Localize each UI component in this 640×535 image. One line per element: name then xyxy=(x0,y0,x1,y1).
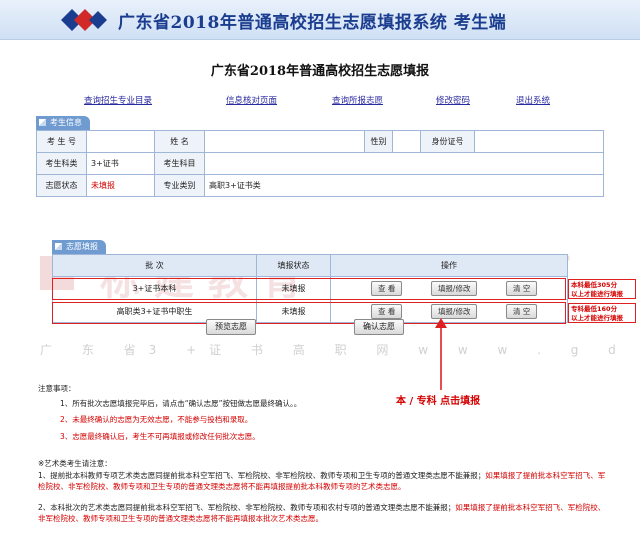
art-notes-title: ※艺术类考生请注意： xyxy=(38,459,112,468)
note-item-1: 1、所有批次志愿填报完毕后，请点击“确认志愿”按钮做志愿最终确认。。 xyxy=(60,399,302,408)
click-to-fill-callout: 本 / 专科 点击填报 xyxy=(396,396,481,407)
label-subject: 考生科类 xyxy=(36,152,87,175)
note-undergrad-min: 本科最低305分 以上才能进行填报 xyxy=(571,281,623,299)
diamond-logo-icon xyxy=(61,9,107,31)
nav-link-major-catalog[interactable]: 查询招生专业目录 xyxy=(84,94,152,106)
value-exam-no xyxy=(86,130,155,153)
confirm-volunteers-button[interactable]: 确认志愿 xyxy=(354,319,404,335)
art-note-2-text: 2、本科批次的艺术类志愿同提前批本科空军招飞、军检院校、非军检院校、教师专项和农… xyxy=(38,503,456,512)
value-name xyxy=(204,130,365,153)
volunteer-section-title: 志愿填报 xyxy=(52,240,106,254)
label-exam-no: 考 生 号 xyxy=(36,130,87,153)
nav-link-query-volunteers[interactable]: 查询所报志愿 xyxy=(332,94,383,106)
page-title: 广东省2018年普通高校招生志愿填报 xyxy=(210,64,430,79)
label-id-no: 身份证号 xyxy=(420,130,475,153)
nav-link-info-check[interactable]: 信息核对页面 xyxy=(226,94,277,106)
art-note-2: 2、本科批次的艺术类志愿同提前批本科空军招飞、军检院校、非军检院校、教师专项和农… xyxy=(38,502,608,524)
note-line: 以上才能进行填报 xyxy=(571,290,623,298)
header-batch: 批 次 xyxy=(52,254,257,277)
label-name: 姓 名 xyxy=(154,130,205,153)
note-item-3: 3、志愿最终确认后，考生不可再填报或修改任何批次志愿。 xyxy=(60,432,260,441)
value-id-no xyxy=(474,130,604,153)
label-status: 志愿状态 xyxy=(36,174,87,197)
nav-link-logout[interactable]: 退出系统 xyxy=(516,94,550,106)
label-major-type: 专业类别 xyxy=(154,174,205,197)
label-subject-item: 考生科目 xyxy=(154,152,205,175)
header-bar: 广东省2018年普通高校招生志愿填报系统 考生端 xyxy=(0,0,640,40)
note-line: 以上才能进行填报 xyxy=(571,314,623,322)
nav-link-change-password[interactable]: 修改密码 xyxy=(436,94,470,106)
highlight-row-2 xyxy=(52,302,566,324)
header-status: 填报状态 xyxy=(256,254,331,277)
label-gender: 性别 xyxy=(364,130,393,153)
value-status: 未填报 xyxy=(86,174,155,197)
note-line: 本科最低305分 xyxy=(571,281,618,289)
value-subject-item xyxy=(204,152,604,175)
watermark-line: 广 东 省3 +证 书 高 职 网 w w w . g d 3 x . c o … xyxy=(40,343,640,357)
note-item-2: 2、未最终确认的志愿为无效志愿，不能参与投档和录取。 xyxy=(60,415,253,424)
candidate-section-title: 考生信息 xyxy=(36,116,90,130)
value-gender xyxy=(392,130,421,153)
system-title: 广东省2018年普通高校招生志愿填报系统 考生端 xyxy=(118,13,507,33)
value-major-type: 高职3+证书类 xyxy=(204,174,604,197)
value-subject: 3+证书 xyxy=(86,152,155,175)
candidate-info-table: 考 生 号 姓 名 性别 身份证号 考生科类 3+证书 考生科目 志愿状态 未填… xyxy=(36,130,604,197)
arrow-up-icon xyxy=(435,318,447,390)
preview-volunteers-button[interactable]: 预览志愿 xyxy=(206,319,256,335)
note-line: 专科最低160分 xyxy=(571,305,618,313)
notes-title: 注意事项： xyxy=(38,384,76,393)
art-note-1-text: 1、提前批本科教师专项艺术类志愿同提前批本科空军招飞、军检院校、非军检院校、教师… xyxy=(38,471,486,480)
highlight-row-1 xyxy=(52,278,566,300)
art-note-1: 1、提前批本科教师专项艺术类志愿同提前批本科空军招飞、军检院校、非军检院校、教师… xyxy=(38,470,608,492)
note-college-min: 专科最低160分 以上才能进行填报 xyxy=(571,305,623,323)
header-action: 操作 xyxy=(330,254,568,277)
